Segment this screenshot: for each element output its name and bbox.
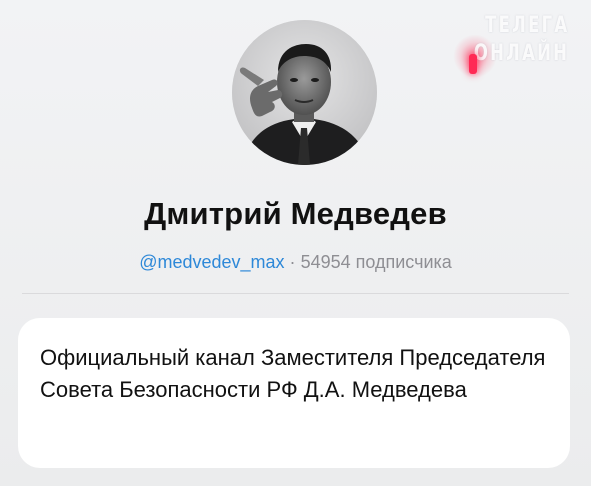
channel-avatar[interactable]	[232, 20, 377, 165]
watermark-logo: ТЕЛЕГА ОНЛАЙН	[453, 12, 569, 78]
channel-meta: @medvedev_max · 54954 подписчика	[0, 252, 591, 273]
watermark-line-2: ОНЛАЙН	[473, 41, 569, 66]
meta-separator: ·	[289, 252, 296, 272]
avatar-photo	[232, 20, 377, 165]
channel-handle-link[interactable]: @medvedev_max	[139, 252, 284, 272]
watermark-line-1: ТЕЛЕГА	[484, 13, 569, 38]
subscriber-count: 54954 подписчика	[300, 252, 452, 272]
divider	[22, 293, 569, 294]
channel-name: Дмитрий Медведев	[144, 196, 447, 231]
channel-description: Официальный канал Заместителя Председате…	[40, 345, 546, 402]
description-card: Официальный канал Заместителя Председате…	[18, 318, 570, 468]
